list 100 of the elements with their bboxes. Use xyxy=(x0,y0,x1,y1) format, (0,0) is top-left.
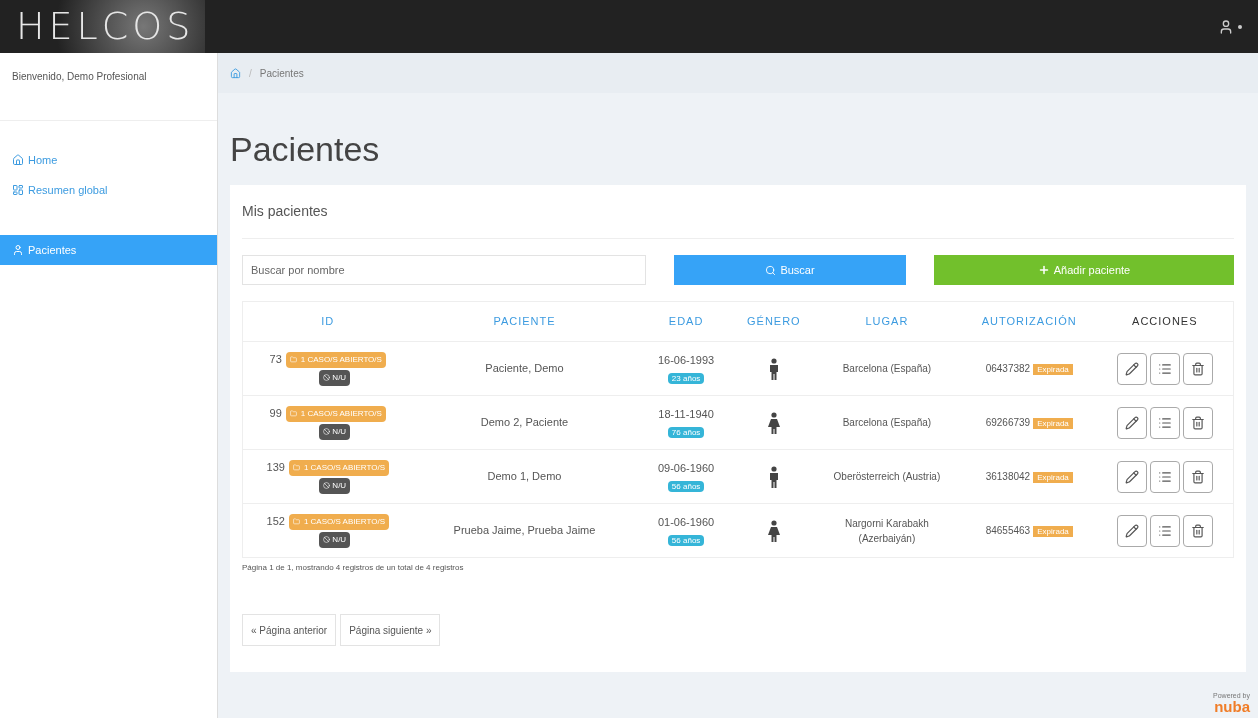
pencil-icon xyxy=(1124,415,1139,430)
female-figure-icon xyxy=(766,519,781,542)
female-figure-icon xyxy=(766,411,781,434)
age-badge: 56 años xyxy=(667,535,705,547)
list-button[interactable] xyxy=(1149,406,1180,439)
edit-button[interactable] xyxy=(1116,514,1147,547)
table-cell: 06437382 xyxy=(985,363,1031,375)
table-cell: 36138042 xyxy=(985,471,1031,483)
folder-icon xyxy=(292,518,300,525)
table-cell: Oberösterreich (Austria) xyxy=(811,449,962,504)
ban-icon xyxy=(323,428,331,436)
list-button[interactable] xyxy=(1149,460,1180,493)
page-title: Pacientes xyxy=(229,129,381,170)
breadcrumb-separator: / xyxy=(249,66,252,81)
table-cell: Barcelona (España) xyxy=(811,341,962,396)
list-icon xyxy=(1157,523,1172,538)
age-badge: 56 años xyxy=(667,481,705,493)
cases-badge: 1 CASO/S ABIERTO/S xyxy=(288,513,389,530)
sidebar-item[interactable]: Pacientes xyxy=(0,235,217,265)
pencil-icon xyxy=(1124,469,1139,484)
cases-badge: 1 CASO/S ABIERTO/S xyxy=(288,459,389,476)
welcome-text: Bienvenido, Demo Profesional xyxy=(0,53,217,121)
status-badge: N/U xyxy=(319,477,351,494)
male-figure-icon xyxy=(767,357,780,380)
ban-icon xyxy=(323,536,331,544)
dashboard-icon xyxy=(12,184,24,196)
status-badge: N/U xyxy=(319,423,351,440)
sidebar-item[interactable]: Resumen global xyxy=(0,175,217,205)
table-cell-text: 139 xyxy=(266,460,285,476)
home-icon xyxy=(12,154,24,166)
expired-badge: Expirada xyxy=(1033,364,1073,376)
user-icon[interactable] xyxy=(1218,18,1234,35)
pencil-icon xyxy=(1124,523,1139,538)
ban-icon xyxy=(323,374,331,382)
column-header[interactable]: GÉNERO xyxy=(735,301,812,342)
list-button[interactable] xyxy=(1149,514,1180,547)
list-button[interactable] xyxy=(1149,352,1180,385)
breadcrumb-link[interactable]: Pacientes xyxy=(259,65,304,81)
table-cell-text: 99 xyxy=(269,406,282,422)
column-header[interactable]: LUGAR xyxy=(811,301,962,342)
search-field[interactable]: Buscar por nombre xyxy=(242,255,646,285)
table-cell-text: 73 xyxy=(269,352,282,368)
column-header[interactable]: ID xyxy=(242,301,413,342)
brand-logo: nuba xyxy=(1214,699,1250,714)
table-cell: Demo 1, Demo xyxy=(412,449,637,504)
male-figure-icon xyxy=(767,465,780,488)
trash-icon xyxy=(1190,523,1205,538)
list-icon xyxy=(1157,469,1172,484)
table-cell-text: 152 xyxy=(266,514,285,530)
table-cell: Prueba Jaime, Prueba Jaime xyxy=(412,503,637,558)
age-badge: 23 años xyxy=(667,373,705,385)
sidebar-item[interactable]: Home xyxy=(0,145,217,175)
age-badge: 76 años xyxy=(667,427,705,439)
cases-badge: 1 CASO/S ABIERTO/S xyxy=(285,405,386,422)
table-cell: Nargorni Karabakh (Azerbaiyán) xyxy=(811,503,962,558)
search-icon xyxy=(765,264,777,276)
delete-button[interactable] xyxy=(1182,514,1213,547)
list-icon xyxy=(1157,361,1172,376)
folder-icon xyxy=(289,410,297,417)
delete-button[interactable] xyxy=(1182,460,1213,493)
delete-button[interactable] xyxy=(1182,352,1213,385)
table-cell: Barcelona (España) xyxy=(811,395,962,450)
trash-icon xyxy=(1190,361,1205,376)
pager-button[interactable]: Página siguiente » xyxy=(340,614,441,646)
expired-badge: Expirada xyxy=(1033,526,1073,538)
table-cell: Paciente, Demo xyxy=(412,341,637,396)
pager-button[interactable]: « Página anterior xyxy=(242,614,337,646)
plus-icon xyxy=(1037,264,1050,276)
folder-icon xyxy=(292,464,300,471)
add-button[interactable]: Añadir paciente xyxy=(934,255,1234,285)
pencil-icon xyxy=(1124,361,1139,376)
table-cell-text: 01-06-1960 xyxy=(656,515,716,531)
caret-icon[interactable] xyxy=(1238,24,1242,29)
expired-badge: Expirada xyxy=(1033,472,1073,484)
trash-icon xyxy=(1190,415,1205,430)
card-title: Mis pacientes xyxy=(242,185,1234,239)
records-summary: Página 1 de 1, mostrando 4 registros de un total de 4 registros xyxy=(242,562,465,574)
home-icon[interactable] xyxy=(230,67,241,79)
trash-icon xyxy=(1190,469,1205,484)
user-icon xyxy=(12,244,24,256)
table-cell-text: 18-11-1940 xyxy=(657,407,715,423)
column-header[interactable]: PACIENTE xyxy=(412,301,637,342)
folder-icon xyxy=(289,356,297,363)
table-cell: 69266739 xyxy=(985,417,1031,429)
cases-badge: 1 CASO/S ABIERTO/S xyxy=(285,351,386,368)
table-cell: Demo 2, Paciente xyxy=(412,395,637,450)
column-header[interactable]: AUTORIZACIÓN xyxy=(961,301,1097,342)
edit-button[interactable] xyxy=(1116,352,1147,385)
table-cell: 84655463 xyxy=(985,525,1031,537)
delete-button[interactable] xyxy=(1182,406,1213,439)
column-header[interactable]: EDAD xyxy=(636,301,736,342)
edit-button[interactable] xyxy=(1116,406,1147,439)
search-button[interactable]: Buscar xyxy=(674,255,906,285)
table-cell-text: 09-06-1960 xyxy=(656,461,716,477)
edit-button[interactable] xyxy=(1116,460,1147,493)
list-icon xyxy=(1157,415,1172,430)
ban-icon xyxy=(323,482,331,490)
status-badge: N/U xyxy=(319,531,351,548)
status-badge: N/U xyxy=(319,369,351,386)
column-header: ACCIONES xyxy=(1096,301,1234,342)
